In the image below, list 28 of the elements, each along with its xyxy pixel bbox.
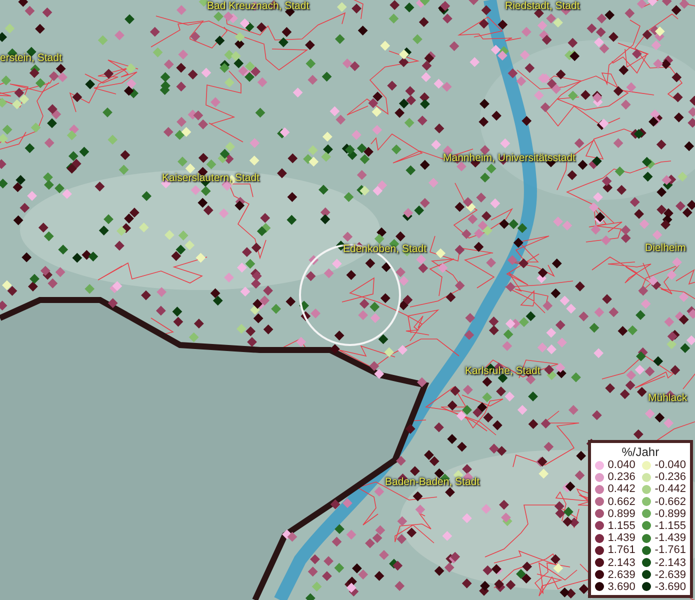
legend-value: -2.639 — [654, 568, 686, 581]
legend-value: -0.662 — [654, 496, 686, 508]
legend-value: 2.639 — [608, 568, 636, 581]
legend-value: 2.143 — [608, 556, 636, 569]
legend-value: 0.442 — [608, 483, 636, 496]
legend-value: 0.899 — [608, 508, 636, 520]
place-label: Riedstadt, Stadt — [505, 0, 580, 13]
legend-value: -1.155 — [654, 520, 686, 532]
legend-value: 3.690 — [608, 580, 636, 593]
place-label: Dielheim — [645, 242, 686, 255]
legend-value: 0.662 — [608, 496, 636, 508]
legend-value: -0.236 — [654, 471, 686, 484]
legend-value: -2.143 — [654, 556, 686, 569]
legend-value: -0.040 — [654, 459, 686, 472]
legend-title: %/Jahr — [622, 444, 660, 459]
legend-value: -0.442 — [654, 483, 686, 496]
place-label: Mühlack — [648, 392, 688, 405]
legend-value: -3.690 — [654, 580, 686, 593]
legend-value: 1.155 — [608, 520, 636, 532]
place-label: Baden-Baden, Stadt — [385, 476, 480, 489]
legend-value: 0.040 — [608, 459, 636, 472]
legend-value: 1.761 — [608, 544, 636, 556]
legend-value: 1.439 — [608, 532, 636, 544]
legend-value: -0.899 — [654, 508, 686, 520]
legend-value: -1.439 — [654, 532, 686, 544]
legend-value: -1.761 — [654, 544, 686, 556]
place-label: erstein, Stadt — [0, 52, 62, 65]
legend-value: 0.236 — [608, 471, 636, 484]
